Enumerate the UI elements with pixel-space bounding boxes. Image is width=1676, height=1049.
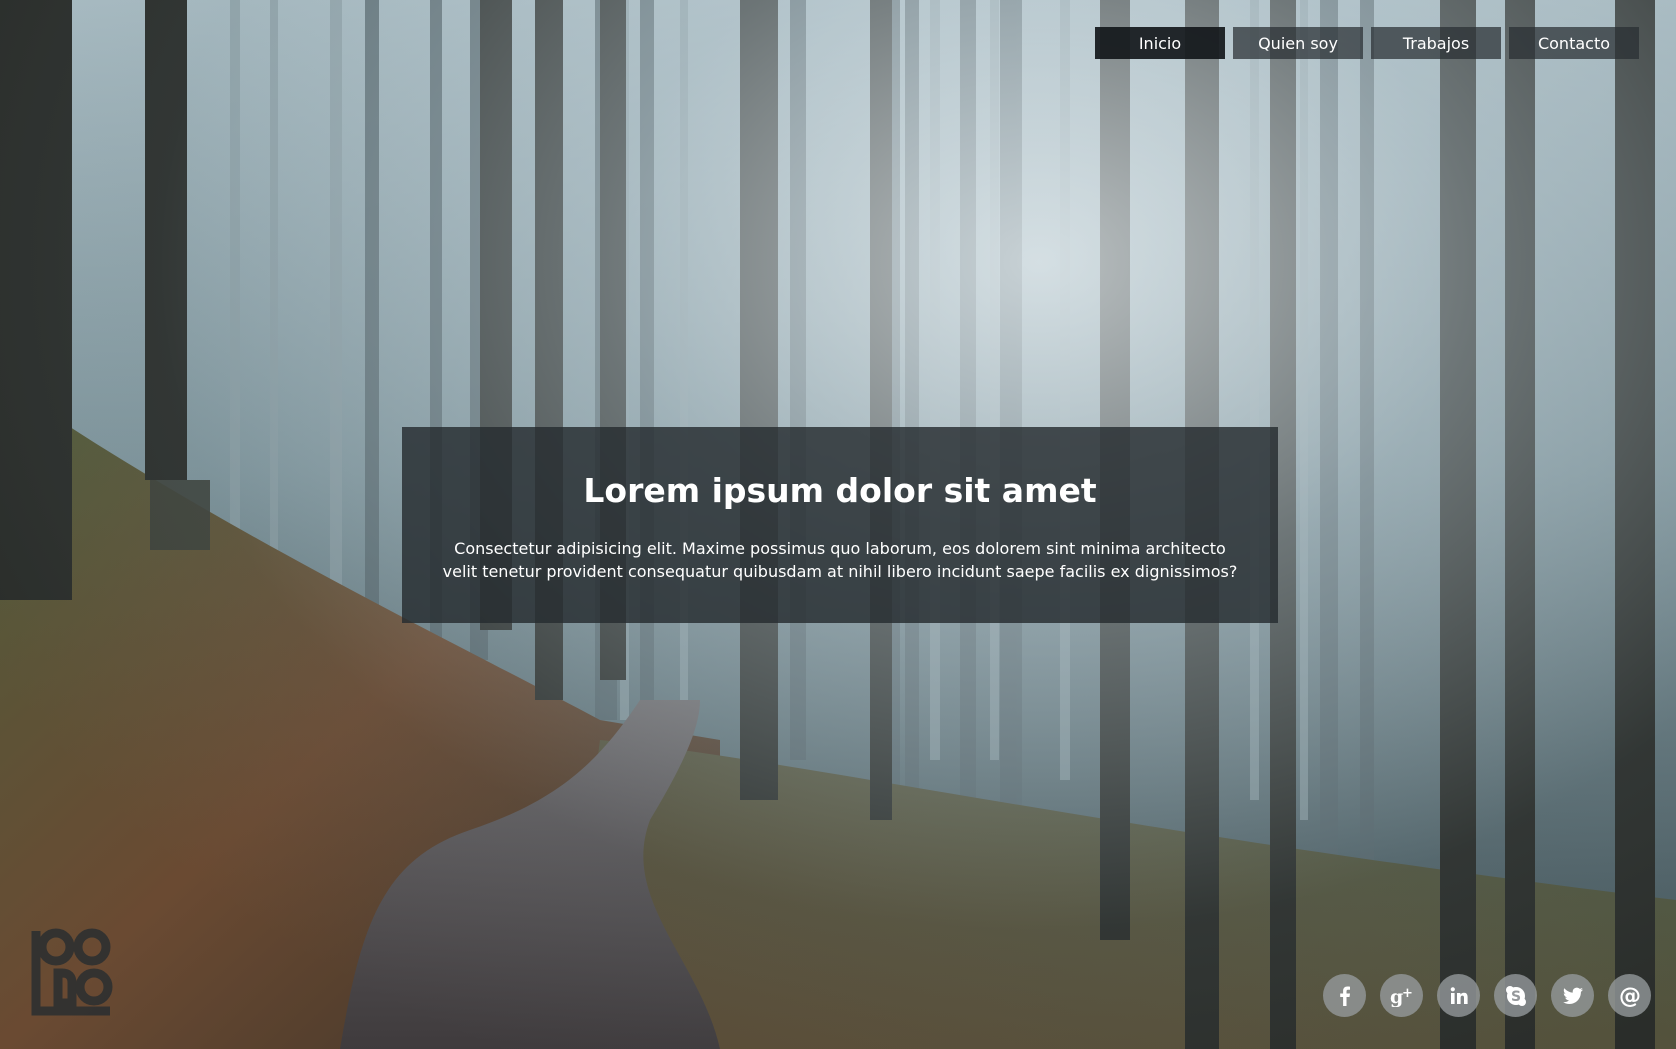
- facebook-icon: [1339, 986, 1350, 1006]
- nav-item-inicio[interactable]: Inicio: [1095, 27, 1225, 59]
- nav-item-contacto[interactable]: Contacto: [1509, 27, 1639, 59]
- page: Inicio Quien soy Trabajos Contacto Lorem…: [0, 0, 1676, 1049]
- hero-box: Lorem ipsum dolor sit amet Consectetur a…: [402, 427, 1278, 623]
- main-nav: Inicio Quien soy Trabajos Contacto: [1095, 27, 1639, 59]
- svg-text:S: S: [1510, 989, 1520, 1005]
- email-button[interactable]: @: [1608, 974, 1651, 1017]
- google-plus-icon: g +: [1390, 986, 1413, 1007]
- facebook-button[interactable]: [1323, 974, 1366, 1017]
- hero-text: Consectetur adipisicing elit. Maxime pos…: [442, 539, 1238, 581]
- hero-title: Lorem ipsum dolor sit amet: [583, 471, 1097, 510]
- site-logo[interactable]: [28, 925, 118, 1017]
- google-plus-button[interactable]: g +: [1380, 974, 1423, 1017]
- svg-text:+: +: [1402, 986, 1413, 1001]
- twitter-button[interactable]: [1551, 974, 1594, 1017]
- skype-button[interactable]: S: [1494, 974, 1537, 1017]
- svg-text:@: @: [1619, 984, 1641, 1009]
- email-icon: @: [1619, 984, 1641, 1009]
- linkedin-button[interactable]: [1437, 974, 1480, 1017]
- nav-item-quien-soy[interactable]: Quien soy: [1233, 27, 1363, 59]
- nav-item-trabajos[interactable]: Trabajos: [1371, 27, 1501, 59]
- social-links: g + S @: [1323, 974, 1651, 1017]
- skype-icon: S: [1505, 985, 1526, 1006]
- twitter-icon: [1562, 987, 1583, 1004]
- linkedin-icon: [1450, 986, 1468, 1004]
